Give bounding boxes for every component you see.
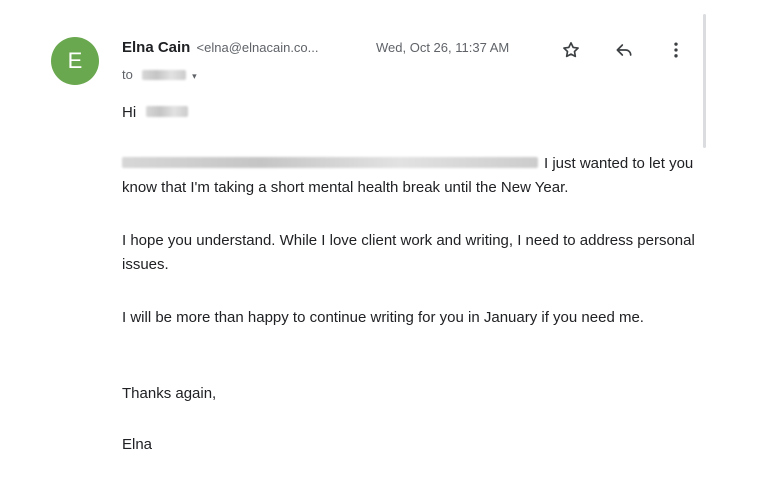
more-options-button[interactable]: [664, 38, 688, 62]
recipient-prefix: to: [122, 67, 133, 82]
sender-email: <elna@elnacain.co...: [196, 40, 319, 55]
reply-button[interactable]: [612, 38, 636, 62]
sender-info: Elna Cain <elna@elnacain.co...: [122, 38, 319, 58]
paragraph-1: I just wanted to let you know that I'm t…: [122, 152, 702, 200]
closing: Thanks again,: [122, 385, 217, 402]
redacted-name: [146, 106, 189, 118]
redacted-recipient: [142, 69, 187, 80]
email-message: E Elna Cain <elna@elnacain.co... Wed, Oc…: [0, 0, 768, 480]
sender-name[interactable]: Elna Cain: [122, 39, 190, 56]
paragraph-2: I hope you understand. While I love clie…: [122, 232, 695, 273]
email-date: Wed, Oct 26, 11:37 AM: [376, 40, 510, 55]
greeting-text: Hi: [122, 104, 137, 121]
redacted-text: [122, 157, 538, 169]
signature: Elna: [122, 436, 153, 453]
paragraph-3: I will be more than happy to continue wr…: [122, 309, 644, 326]
scrollbar[interactable]: [703, 14, 706, 148]
avatar[interactable]: E: [51, 37, 99, 85]
more-vert-icon: [674, 42, 678, 58]
chevron-down-icon[interactable]: ▾: [192, 71, 197, 81]
star-icon: [563, 42, 579, 58]
recipient-line[interactable]: to ▾: [122, 66, 197, 85]
reply-icon: [616, 44, 632, 56]
star-button[interactable]: [559, 38, 583, 62]
greeting: Hi: [122, 101, 702, 125]
